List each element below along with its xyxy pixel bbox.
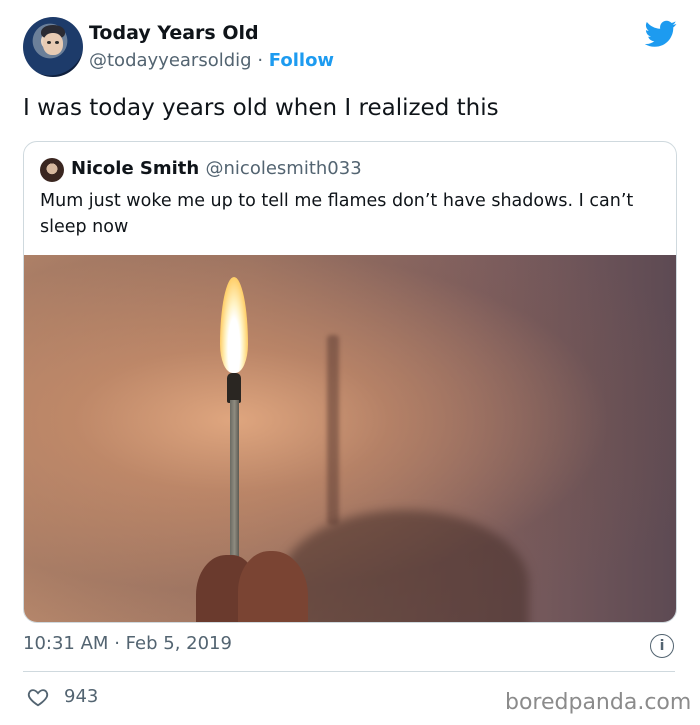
quoted-author-row: Nicole Smith @nicolesmith033 bbox=[71, 158, 362, 179]
divider bbox=[23, 671, 675, 672]
author-avatar[interactable] bbox=[23, 17, 83, 77]
follow-button[interactable]: Follow bbox=[269, 50, 334, 71]
info-icon[interactable]: i bbox=[650, 634, 674, 658]
tweet-date: Feb 5, 2019 bbox=[125, 633, 232, 654]
quoted-author-avatar bbox=[40, 158, 64, 182]
twitter-bird-icon[interactable] bbox=[645, 20, 677, 48]
heart-icon[interactable] bbox=[27, 686, 49, 708]
avatar-eye bbox=[47, 41, 51, 44]
tweet-text: I was today years old when I realized th… bbox=[23, 95, 499, 121]
quoted-tweet[interactable]: Nicole Smith @nicolesmith033 Mum just wo… bbox=[23, 141, 677, 623]
quoted-tweet-text: Mum just woke me up to tell me flames do… bbox=[40, 191, 634, 237]
author-name[interactable]: Today Years Old bbox=[89, 22, 259, 44]
watermark: boredpanda.com bbox=[505, 690, 692, 715]
separator: · bbox=[114, 633, 120, 654]
photo-match-stick bbox=[230, 400, 239, 575]
avatar-face bbox=[43, 33, 63, 55]
photo-match-head bbox=[227, 373, 241, 403]
tweet-timestamp[interactable]: 10:31 AM · Feb 5, 2019 bbox=[23, 633, 232, 654]
quoted-photo[interactable] bbox=[24, 255, 676, 622]
tweet-time: 10:31 AM bbox=[23, 633, 109, 654]
photo-flame bbox=[220, 277, 248, 373]
separator: · bbox=[257, 50, 264, 71]
avatar-eye bbox=[55, 41, 59, 44]
tweet-card: Today Years Old @todayyearsoldig · Follo… bbox=[0, 0, 700, 725]
like-count[interactable]: 943 bbox=[64, 686, 98, 707]
photo-stick-shadow bbox=[327, 335, 339, 525]
photo-hand-shadow bbox=[279, 510, 529, 622]
quoted-author-handle: @nicolesmith033 bbox=[205, 158, 362, 179]
quoted-author-name: Nicole Smith bbox=[71, 158, 200, 179]
author-handle-row: @todayyearsoldig · Follow bbox=[89, 50, 334, 71]
author-handle[interactable]: @todayyearsoldig bbox=[89, 50, 252, 71]
